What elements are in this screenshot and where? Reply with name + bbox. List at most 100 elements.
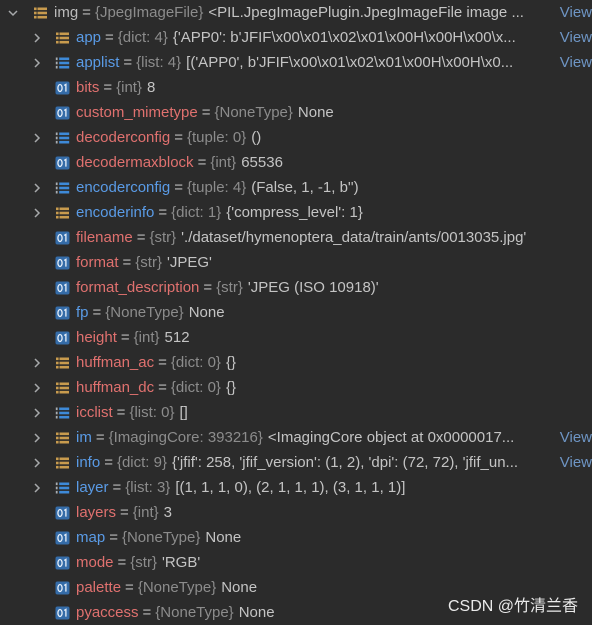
chevron-right-icon[interactable] (32, 207, 42, 218)
variable-row-filename[interactable]: filename = {str} './dataset/hymenoptera_dat… (0, 225, 592, 250)
variable-text: fp = {NoneType} None (76, 300, 225, 325)
variable-row-height[interactable]: height = {int} 512 (0, 325, 592, 350)
chevron-down-icon[interactable] (8, 8, 18, 18)
variable-value: {'jfif': 258, 'jfif_version': (1, 2), 'd… (172, 454, 519, 471)
variable-row-decoderconfig[interactable]: decoderconfig = {tuple: 0}() (0, 125, 592, 150)
chevron-right-icon[interactable] (32, 382, 42, 393)
equals-sign: = (123, 54, 133, 71)
variable-row-huffman-dc[interactable]: huffman_dc = {dict: 0}{} (0, 375, 592, 400)
variable-row-info[interactable]: info = {dict: 9} {'jfif': 258, 'jfif_versio… (0, 450, 592, 475)
chevron-right-icon[interactable] (32, 57, 42, 68)
object-icon (33, 6, 48, 20)
variable-row-bits[interactable]: bits = {int} 8 (0, 75, 592, 100)
variable-type: {int} (132, 504, 159, 521)
primitive-icon (55, 106, 70, 120)
list-icon (55, 406, 70, 420)
variable-text: decodermaxblock = {int} 65536 (76, 150, 283, 175)
chevron-right-icon[interactable] (32, 32, 42, 43)
tree-indent (28, 400, 55, 425)
variable-value: 'JPEG' (166, 254, 212, 271)
equals-sign: = (158, 354, 167, 371)
variable-row-custom-mimetype[interactable]: custom_mimetype = {NoneType} None (0, 100, 592, 125)
primitive-icon (55, 506, 70, 520)
variable-name: im (76, 429, 92, 446)
equals-sign: = (117, 554, 127, 571)
chevron-right-icon[interactable] (32, 182, 42, 193)
variable-type: {tuple: 0} (187, 129, 247, 146)
variable-value: () (251, 129, 262, 146)
variable-text: huffman_dc = {dict: 0}{} (76, 375, 236, 400)
primitive-icon (55, 156, 70, 170)
variable-value: {} (225, 379, 236, 396)
variable-value: None (221, 579, 258, 596)
chevron-right-icon[interactable] (32, 432, 42, 443)
chevron-right-icon[interactable] (32, 482, 42, 493)
view-link[interactable]: View (552, 0, 592, 25)
variable-row-layer[interactable]: layer = {list: 3} [(1, 1, 1, 0), (2, 1, 1, … (0, 475, 592, 500)
variable-row-mode[interactable]: mode = {str} 'RGB' (0, 550, 592, 575)
variable-name: palette (76, 579, 122, 596)
variable-row-palette[interactable]: palette = {NoneType} None (0, 575, 592, 600)
variable-text: map = {NoneType} None (76, 525, 241, 550)
variable-type: {JpegImageFile} (94, 4, 204, 21)
variable-row-encoderinfo[interactable]: encoderinfo = {dict: 1} {'compress_level': … (0, 200, 592, 225)
view-link[interactable]: View (552, 50, 592, 75)
variable-name: format_description (76, 279, 200, 296)
variable-type: {ImagingCore: 393216} (108, 429, 263, 446)
view-link[interactable]: View (552, 425, 592, 450)
variable-type: {list: 4} (136, 54, 182, 71)
variable-row-huffman-ac[interactable]: huffman_ac = {dict: 0}{} (0, 350, 592, 375)
variable-type: {NoneType} (214, 104, 293, 121)
variable-row-img[interactable]: img = {JpegImageFile} <PIL.JpegImagePlugin.… (0, 0, 592, 25)
variable-text: app = {dict: 4} {'APP0': b'JFIF\x00\x01\x02… (76, 25, 516, 50)
variable-name: custom_mimetype (76, 104, 198, 121)
equals-sign: = (174, 179, 183, 196)
primitive-icon (55, 556, 70, 570)
tree-indent (28, 200, 55, 225)
variable-value: 3 (163, 504, 172, 521)
variable-row-app[interactable]: app = {dict: 4} {'APP0': b'JFIF\x00\x01\x02… (0, 25, 592, 50)
variable-row-map[interactable]: map = {NoneType} None (0, 525, 592, 550)
variable-row-icclist[interactable]: icclist = {list: 0}[] (0, 400, 592, 425)
variable-row-im[interactable]: im = {ImagingCore: 393216} <ImagingCore obj… (0, 425, 592, 450)
chevron-right-icon[interactable] (32, 457, 42, 468)
variable-value: 8 (146, 79, 156, 96)
variable-row-format[interactable]: format = {str} 'JPEG' (0, 250, 592, 275)
variable-text: layer = {list: 3} [(1, 1, 1, 0), (2, 1, 1, … (76, 475, 405, 500)
variable-name: huffman_ac (76, 354, 155, 371)
view-link[interactable]: View (552, 25, 592, 50)
variable-type: {int} (133, 329, 160, 346)
chevron-right-icon[interactable] (32, 407, 42, 418)
variable-type: {dict: 0} (170, 379, 221, 396)
dict-icon (55, 31, 70, 45)
variable-row-encoderconfig[interactable]: encoderconfig = {tuple: 4} (False, 1, -1, b… (0, 175, 592, 200)
variable-value: 'RGB' (161, 554, 201, 571)
variable-row-fp[interactable]: fp = {NoneType} None (0, 300, 592, 325)
variable-type: {NoneType} (137, 579, 217, 596)
variable-type: {str} (216, 279, 243, 296)
primitive-icon (55, 281, 70, 295)
variable-value: {'APP0': b'JFIF\x00\x01\x02\x01\x00H\x00… (172, 29, 516, 46)
tree-indent (28, 125, 55, 150)
view-link[interactable]: View (552, 450, 592, 475)
variable-row-format-description[interactable]: format_description = {str} 'JPEG (ISO 10918… (0, 275, 592, 300)
chevron-right-icon[interactable] (32, 132, 42, 143)
chevron-right-icon[interactable] (32, 357, 42, 368)
variable-row-applist[interactable]: applist = {list: 4} [('APP0', b'JFIF\x00\x0… (0, 50, 592, 75)
variable-row-layers[interactable]: layers = {int} 3 (0, 500, 592, 525)
variable-type: {list: 0} (129, 404, 175, 421)
variable-text: mode = {str} 'RGB' (76, 550, 200, 575)
variable-row-decodermaxblock[interactable]: decodermaxblock = {int} 65536 (0, 150, 592, 175)
tree-indent (28, 425, 55, 450)
primitive-icon (55, 606, 70, 620)
variable-name: icclist (76, 404, 113, 421)
variable-name: applist (76, 54, 120, 71)
tree-indent (28, 450, 55, 475)
tree-indent (28, 375, 55, 400)
variable-name: encoderconfig (76, 179, 171, 196)
